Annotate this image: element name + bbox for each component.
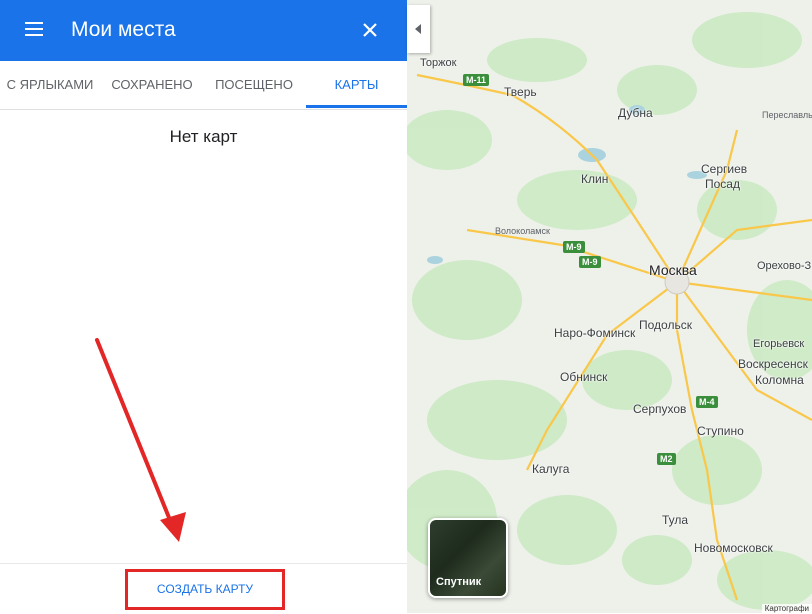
map-label-orekhovo: Орехово-З (757, 260, 812, 272)
map-label-pereslavl: Переславль-З (762, 110, 812, 120)
tab-saved[interactable]: СОХРАНЕНО (103, 61, 201, 109)
hamburger-menu-icon[interactable] (22, 18, 48, 42)
map-label-serpukhov: Серпухов (633, 402, 687, 416)
road-shield-m11: М-11 (463, 74, 490, 86)
satellite-label: Спутник (436, 576, 482, 588)
empty-state-text: Нет карт (169, 127, 238, 146)
tab-labeled[interactable]: С ЯРЛЫКАМИ (0, 61, 100, 109)
close-icon[interactable] (356, 16, 384, 44)
map-label-kaluga: Калуга (532, 462, 570, 476)
map-attribution: Картографи (761, 604, 812, 613)
map-label-naro-fominsk: Наро-Фоминск (554, 326, 636, 340)
map-label-tver: Тверь (504, 85, 537, 99)
road-shield-m9b: М-9 (579, 256, 601, 268)
collapse-panel-button[interactable] (407, 5, 430, 53)
map-label-volokolamsk: Волоколамск (495, 226, 550, 236)
map-label-stupino: Ступино (697, 424, 744, 438)
map-label-klin: Клин (581, 172, 609, 186)
tab-visited[interactable]: ПОСЕЩЕНО (204, 61, 304, 109)
map-label-sergiev-1: Сергиев (701, 162, 748, 176)
map-label-podolsk: Подольск (639, 318, 692, 332)
page-title: Мои места (71, 18, 176, 41)
map-label-voskresensk: Воскресенск (738, 357, 808, 371)
map-label-kolomna: Коломна (755, 373, 804, 387)
map-label-torzhok: Торжок (420, 57, 457, 69)
create-map-button[interactable]: СОЗДАТЬ КАРТУ (125, 569, 285, 610)
map-label-dubna: Дубна (618, 106, 653, 120)
map-label-egorievsk: Егорьевск (753, 338, 805, 350)
road-shield-m9a: М-9 (563, 241, 585, 253)
satellite-layer-button[interactable]: Спутник (428, 518, 508, 598)
my-places-panel: Мои места С ЯРЛЫКАМИ СОХРАНЕНО ПОСЕЩЕНО … (0, 0, 407, 614)
map-label-obninsk: Обнинск (560, 370, 608, 384)
active-tab-indicator (306, 105, 407, 108)
map-label-moscow: Москва (649, 262, 697, 278)
tab-bar: С ЯРЛЫКАМИ СОХРАНЕНО ПОСЕЩЕНО КАРТЫ (0, 61, 407, 110)
map-view[interactable]: Торжок М-11 Тверь Дубна Переславль-З Сер… (407, 0, 812, 613)
map-label-sergiev-2: Посад (705, 177, 740, 191)
panel-header: Мои места (0, 0, 407, 61)
tab-maps[interactable]: КАРТЫ (306, 61, 407, 109)
map-label-tula: Тула (662, 513, 689, 527)
road-shield-m4: М-4 (696, 396, 718, 408)
chevron-left-icon (415, 24, 421, 34)
road-shield-m2: М2 (657, 453, 676, 465)
panel-footer: СОЗДАТЬ КАРТУ (0, 563, 407, 614)
map-label-novomoskovsk: Новомосковск (694, 541, 773, 555)
